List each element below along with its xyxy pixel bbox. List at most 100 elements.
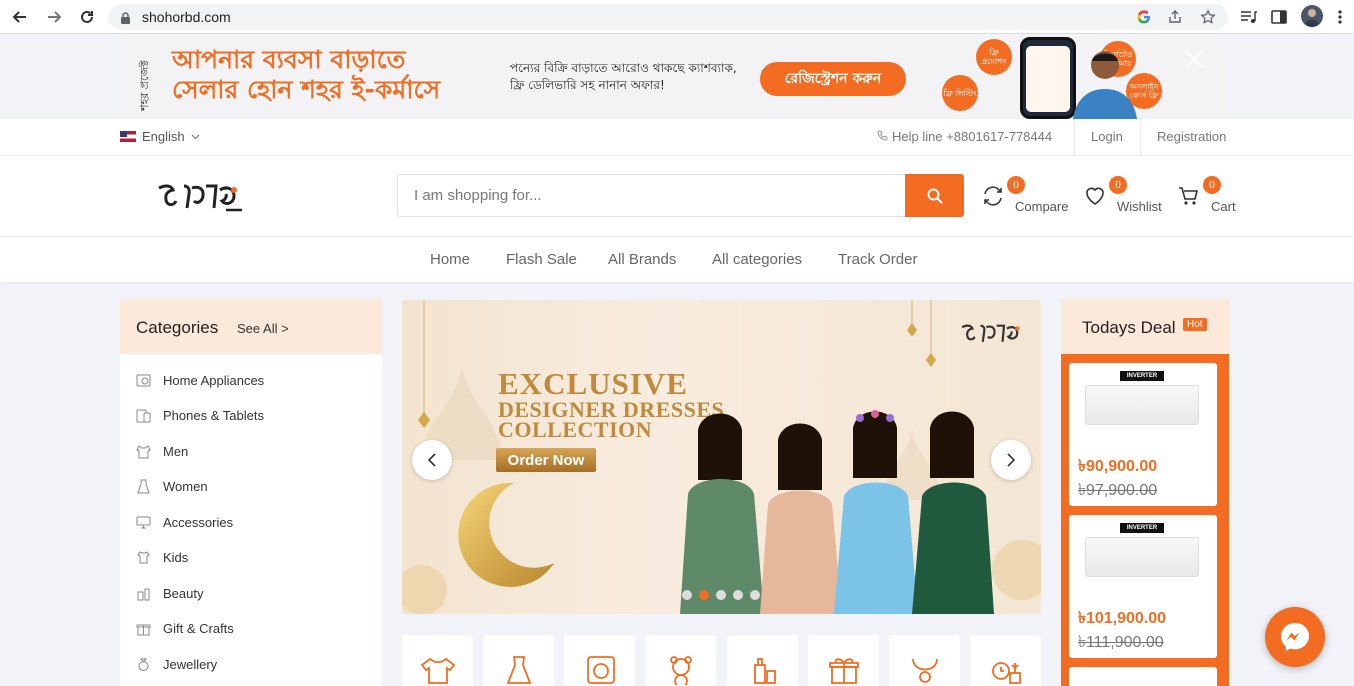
nav-flash-sale[interactable]: Flash Sale <box>506 251 577 268</box>
jewellery-icon <box>138 658 149 671</box>
order-now-button[interactable]: Order Now <box>496 448 596 472</box>
deal-product-card[interactable]: INVERTER ৳90,900.00 ৳97,900.00 <box>1069 363 1217 506</box>
promo-subtext-1: পন্যের বিক্রি বাড়াতে আরোও থাকছে ক্যাশব্… <box>510 61 737 75</box>
category-tile-dress[interactable] <box>483 635 554 686</box>
heart-icon: 0 <box>1083 176 1127 208</box>
forward-icon[interactable] <box>42 5 66 29</box>
category-tile-gifts[interactable] <box>808 635 879 686</box>
category-item-jewellery[interactable]: Jewellery <box>136 657 217 672</box>
nav-all-categories[interactable]: All categories <box>712 251 802 268</box>
hero-slider[interactable]: EXCLUSIVE DESIGNER DRESSES COLLECTION Or… <box>402 300 1041 614</box>
login-link[interactable]: Login <box>1091 129 1123 144</box>
category-tile-home-decor[interactable] <box>970 635 1041 686</box>
todays-deal-header: Todays Deal Hot <box>1061 299 1229 354</box>
address-bar[interactable]: shohorbd.com <box>108 4 1228 30</box>
category-label: Phones & Tablets <box>163 408 264 423</box>
gift-icon <box>136 624 151 636</box>
slider-brand-logo <box>960 318 1026 353</box>
deal-product-card[interactable] <box>1069 667 1217 686</box>
messenger-chat-button[interactable] <box>1265 607 1325 667</box>
category-label: Home Appliances <box>163 373 265 388</box>
category-item-home-appliances[interactable]: Home Appliances <box>136 373 264 388</box>
language-label: English <box>142 129 185 144</box>
inverter-tag: INVERTER <box>1120 523 1164 533</box>
category-label: Accessories <box>163 515 234 530</box>
clock-plant-icon <box>991 662 1021 684</box>
side-panel-icon[interactable] <box>1268 6 1290 28</box>
helpline: Help line +8801617-778444 <box>877 129 1052 144</box>
categories-title: Categories <box>136 318 219 337</box>
site-logo[interactable] <box>156 176 246 216</box>
deal-price: ৳101,900.00 <box>1078 610 1167 627</box>
promo-bubble: ফ্রি প্রমোশন <box>976 39 1012 75</box>
media-queue-icon[interactable] <box>1237 6 1259 28</box>
men-icon <box>136 445 151 459</box>
category-label: Beauty <box>163 586 204 601</box>
slider-dot[interactable] <box>716 590 726 600</box>
slider-dot-active[interactable] <box>699 590 709 600</box>
categories-header: Categories See All > <box>120 299 382 354</box>
search-bar <box>397 174 964 217</box>
google-icon[interactable] <box>1135 8 1153 26</box>
profile-avatar[interactable] <box>1301 5 1323 27</box>
washing-machine-icon <box>586 656 615 684</box>
divider <box>1140 119 1141 156</box>
hot-badge: Hot <box>1183 318 1207 331</box>
slider-next-button[interactable] <box>991 440 1031 480</box>
cart-button[interactable]: 0 Cart <box>1177 176 1236 214</box>
category-item-gift-crafts[interactable]: Gift & Crafts <box>136 621 234 636</box>
category-tile-clothing[interactable] <box>402 635 473 686</box>
registration-link[interactable]: Registration <box>1157 129 1226 144</box>
lock-icon[interactable] <box>120 11 131 29</box>
cosmetics-icon <box>753 658 776 684</box>
slider-dot[interactable] <box>750 590 760 600</box>
nav-track-order[interactable]: Track Order <box>838 251 917 268</box>
air-conditioner-image <box>1085 537 1199 577</box>
see-all-link[interactable]: See All > <box>237 321 289 336</box>
category-item-beauty[interactable]: Beauty <box>136 586 203 601</box>
slider-prev-button[interactable] <box>412 440 452 480</box>
language-selector[interactable]: English <box>120 129 200 144</box>
bookmark-star-icon[interactable] <box>1199 8 1217 26</box>
category-tile-appliances[interactable] <box>564 635 635 686</box>
slider-dots <box>682 590 760 600</box>
kids-icon <box>137 551 150 564</box>
category-item-accessories[interactable]: Accessories <box>136 515 233 530</box>
promo-subtext: পন্যের বিক্রি বাড়াতে আরোও থাকছে ক্যাশব্… <box>510 60 737 94</box>
category-tile-beauty[interactable] <box>727 635 798 686</box>
compare-label: Compare <box>1015 199 1069 214</box>
chevron-right-icon <box>1007 453 1016 467</box>
slider-dot[interactable] <box>682 590 692 600</box>
promo-banner: শহর প্রজেক্ট আপনার ব্যবসা বাড়াতে সেলার … <box>0 35 1354 119</box>
chevron-left-icon <box>427 453 436 467</box>
promo-register-button[interactable]: রেজিস্ট্রেশন করুন <box>760 62 906 96</box>
reload-icon[interactable] <box>75 5 99 29</box>
share-icon[interactable] <box>1166 8 1184 26</box>
nav-all-brands[interactable]: All Brands <box>608 251 676 268</box>
phone-icon <box>136 409 151 423</box>
slider-dot[interactable] <box>733 590 743 600</box>
deal-price: ৳90,900.00 <box>1078 458 1158 475</box>
category-tile-toys[interactable] <box>645 635 716 686</box>
category-item-women[interactable]: Women <box>136 479 208 494</box>
promo-banner-inner[interactable]: শহর প্রজেক্ট আপনার ব্যবসা বাড়াতে সেলার … <box>120 35 1230 119</box>
search-input[interactable] <box>398 175 904 216</box>
compare-button[interactable]: 0 Compare <box>981 176 1068 214</box>
promo-headline-2: সেলার হোন শহর ই-কর্মাসে <box>172 75 441 104</box>
promo-person-image <box>1065 43 1145 119</box>
browser-menu-icon[interactable] <box>1329 6 1351 28</box>
close-icon[interactable] <box>1183 48 1205 70</box>
deal-product-card[interactable]: INVERTER ৳101,900.00 ৳111,900.00 <box>1069 515 1217 658</box>
category-item-kids[interactable]: Kids <box>136 550 188 565</box>
category-label: Gift & Crafts <box>163 621 234 636</box>
back-icon[interactable] <box>8 5 32 29</box>
category-item-phones-tablets[interactable]: Phones & Tablets <box>136 408 264 423</box>
cart-label: Cart <box>1211 199 1236 214</box>
category-tile-jewellery[interactable] <box>889 635 960 686</box>
search-icon <box>927 188 943 204</box>
category-item-men[interactable]: Men <box>136 444 188 459</box>
necklace-icon <box>911 658 938 683</box>
search-button[interactable] <box>905 174 964 217</box>
wishlist-button[interactable]: 0 Wishlist <box>1083 176 1162 214</box>
nav-home[interactable]: Home <box>430 251 470 268</box>
